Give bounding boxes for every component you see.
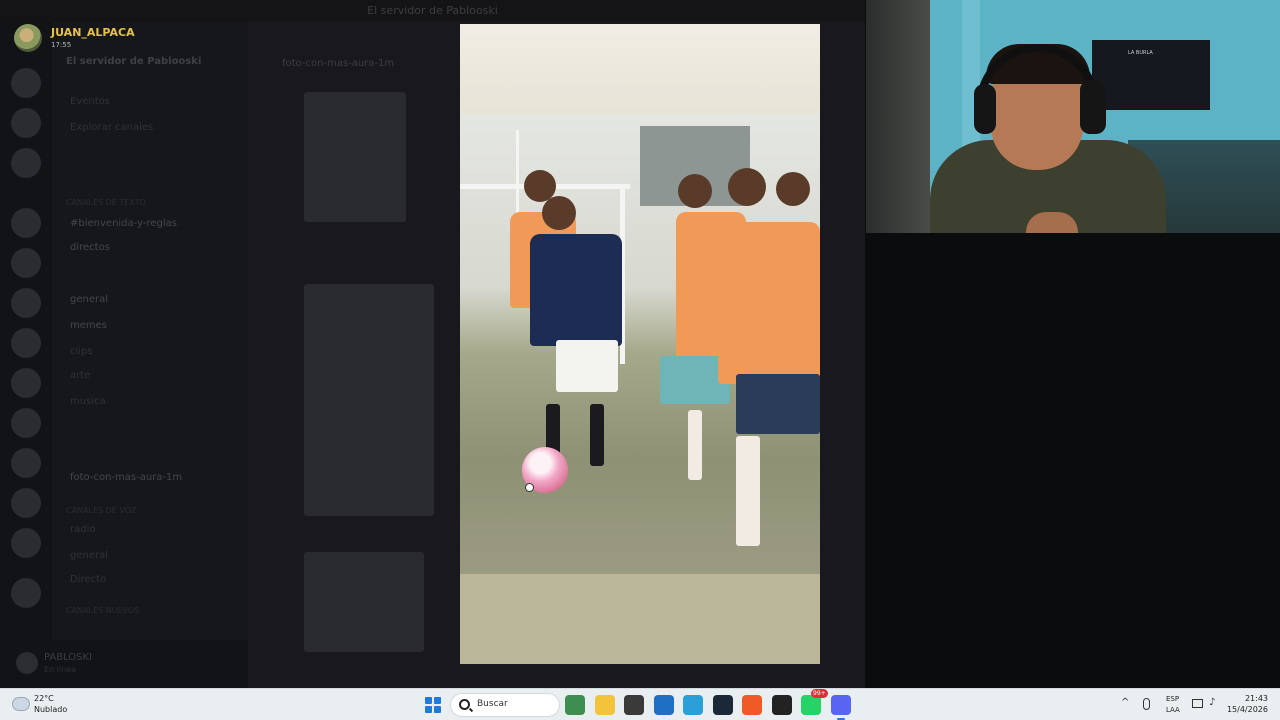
server-icon[interactable] <box>11 578 41 608</box>
image-padding-top <box>460 24 820 114</box>
image-padding-bottom <box>460 574 820 664</box>
weather-desc: Nublado <box>34 705 68 714</box>
windows-logo-tile <box>434 706 441 713</box>
channel-item[interactable]: general <box>70 294 108 305</box>
file-explorer-icon[interactable] <box>595 695 615 715</box>
network-icon[interactable] <box>1192 699 1203 708</box>
server-icon[interactable] <box>11 408 41 438</box>
author-name[interactable]: JUAN_ALPACA <box>51 26 135 39</box>
server-icon[interactable] <box>11 208 41 238</box>
soccer-photo <box>460 114 820 574</box>
channel-item[interactable]: Explorar canales <box>70 122 153 133</box>
zoom-cursor-icon <box>525 483 534 492</box>
keyboard-language[interactable]: ESP <box>1166 695 1179 703</box>
windows-logo-tile <box>434 697 441 704</box>
player-head <box>542 196 576 230</box>
windows-logo-tile <box>425 697 432 704</box>
headset-earcup <box>1080 80 1106 134</box>
channel-item[interactable]: #bienvenida-y-reglas <box>70 218 177 229</box>
user-status: En línea <box>44 665 77 674</box>
user-panel: PABLOSKI En línea <box>0 640 248 688</box>
player-sock <box>736 436 760 546</box>
server-icon[interactable] <box>11 328 41 358</box>
thread-title: foto-con-mas-aura-1m <box>282 58 395 69</box>
player-head <box>678 174 712 208</box>
windows-logo-tile <box>425 706 432 713</box>
curtain <box>866 0 930 233</box>
microphone-icon[interactable] <box>1143 698 1150 710</box>
channel-item[interactable]: Eventos <box>70 96 110 107</box>
desktop-screen: El servidor de Pablooski El servidor de … <box>0 0 1280 688</box>
whatsapp-icon[interactable] <box>801 695 821 715</box>
category-label[interactable]: Canales de voz <box>66 506 137 515</box>
post-time: 17:55 <box>51 41 72 49</box>
chevron-up-icon[interactable]: ^ <box>1121 697 1129 708</box>
player-kit <box>530 234 622 346</box>
discord-icon[interactable] <box>831 695 851 715</box>
server-name[interactable]: El servidor de Pablooski <box>66 56 201 67</box>
server-icon[interactable] <box>11 68 41 98</box>
keyboard-layout[interactable]: LAA <box>1166 706 1180 714</box>
headset-earcup <box>974 84 996 134</box>
message-image[interactable] <box>304 284 434 516</box>
user-name: PABLOSKI <box>44 652 93 663</box>
server-icon[interactable] <box>11 528 41 558</box>
search-placeholder: Buscar <box>477 699 508 709</box>
server-icon[interactable] <box>11 448 41 478</box>
vpn-icon[interactable] <box>683 695 703 715</box>
start-button[interactable] <box>425 697 441 713</box>
channel-item[interactable]: clips <box>70 346 93 357</box>
brave-icon[interactable] <box>742 695 762 715</box>
message-image[interactable] <box>304 552 424 652</box>
notification-badge: 99+ <box>811 689 828 698</box>
player-head <box>776 172 810 206</box>
category-label[interactable]: Canales nuevos <box>66 606 139 615</box>
server-icon[interactable] <box>11 368 41 398</box>
channel-item[interactable]: musica <box>70 396 106 407</box>
player-head <box>728 168 766 206</box>
server-icon[interactable] <box>11 108 41 138</box>
message-image[interactable] <box>304 92 406 222</box>
search-icon <box>459 699 470 710</box>
server-icon[interactable] <box>11 248 41 278</box>
channel-item[interactable]: memes <box>70 320 107 331</box>
channel-item[interactable]: Directo <box>70 574 106 585</box>
server-icon[interactable] <box>11 148 41 178</box>
weather-temp: 22°C <box>34 694 54 703</box>
channel-item-active[interactable]: foto-con-mas-aura-1m <box>70 472 182 483</box>
volume-icon[interactable]: ♪ <box>1209 697 1215 708</box>
steam-icon[interactable] <box>713 695 733 715</box>
terminal-icon[interactable] <box>624 695 644 715</box>
obs-icon[interactable] <box>772 695 792 715</box>
taskbar: 22°C Nublado Buscar 99+ ^ ESP LAA ♪ 21:4… <box>0 688 1280 720</box>
store-icon[interactable] <box>654 695 674 715</box>
server-icon[interactable] <box>11 488 41 518</box>
avatar[interactable] <box>16 652 38 674</box>
window-title: El servidor de Pablooski <box>0 0 865 22</box>
player-shorts <box>736 374 820 434</box>
clock-time[interactable]: 21:43 <box>1230 694 1268 703</box>
channel-item[interactable]: radio <box>70 524 95 535</box>
server-icon[interactable] <box>11 288 41 318</box>
channel-item[interactable]: general <box>70 550 108 561</box>
player-sock <box>590 404 604 466</box>
webcam-feed: LA BURLA <box>866 0 1280 233</box>
search-input[interactable]: Buscar <box>450 693 560 717</box>
avatar[interactable] <box>14 24 42 52</box>
trees-widget-icon[interactable] <box>565 695 585 715</box>
flag-text: LA BURLA <box>1128 50 1153 56</box>
server-rail <box>0 22 52 688</box>
player-sock <box>688 410 702 480</box>
channel-item[interactable]: arte <box>70 370 90 381</box>
channel-item[interactable]: directos <box>70 242 110 253</box>
player-shorts <box>556 340 618 392</box>
image-preview[interactable] <box>460 24 820 664</box>
clock-date[interactable]: 15/4/2026 <box>1222 705 1268 714</box>
player-bib <box>718 222 820 384</box>
category-label[interactable]: Canales de texto <box>66 198 146 207</box>
channel-sidebar: El servidor de Pablooski Eventos Explora… <box>52 22 248 688</box>
cloud-icon <box>12 697 30 711</box>
